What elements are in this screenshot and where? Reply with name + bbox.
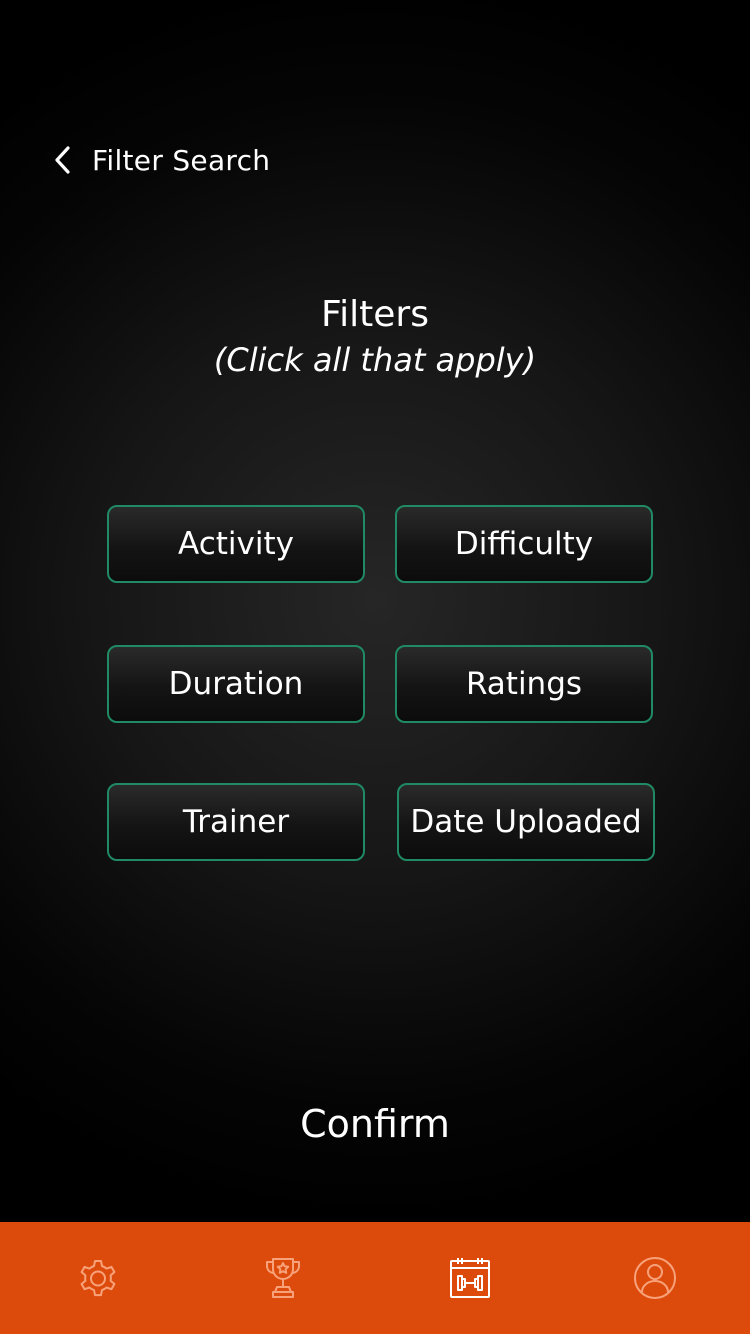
filter-activity-button[interactable]: Activity <box>107 505 365 583</box>
screen-background: Filter Search Filters (Click all that ap… <box>0 0 750 1222</box>
chevron-left-icon <box>52 142 80 178</box>
tab-achievements[interactable] <box>251 1246 315 1310</box>
trophy-icon <box>259 1254 307 1302</box>
user-icon <box>631 1254 679 1302</box>
filter-date-uploaded-button[interactable]: Date Uploaded <box>397 783 655 861</box>
calendar-dumbbell-icon <box>446 1254 494 1302</box>
back-button[interactable]: Filter Search <box>52 136 270 184</box>
filter-ratings-button[interactable]: Ratings <box>395 645 653 723</box>
tab-workouts[interactable] <box>438 1246 502 1310</box>
filters-title: Filters <box>321 294 429 335</box>
filter-trainer-button[interactable]: Trainer <box>107 783 365 861</box>
filter-duration-button[interactable]: Duration <box>107 645 365 723</box>
filters-subtitle: (Click all that apply) <box>213 341 537 379</box>
filter-difficulty-button[interactable]: Difficulty <box>395 505 653 583</box>
tab-bar <box>0 1222 750 1334</box>
tab-settings[interactable] <box>66 1246 130 1310</box>
header-title: Filter Search <box>92 143 271 177</box>
confirm-button[interactable]: Confirm <box>0 1098 750 1150</box>
tab-profile[interactable] <box>623 1246 687 1310</box>
gear-icon <box>74 1254 122 1302</box>
